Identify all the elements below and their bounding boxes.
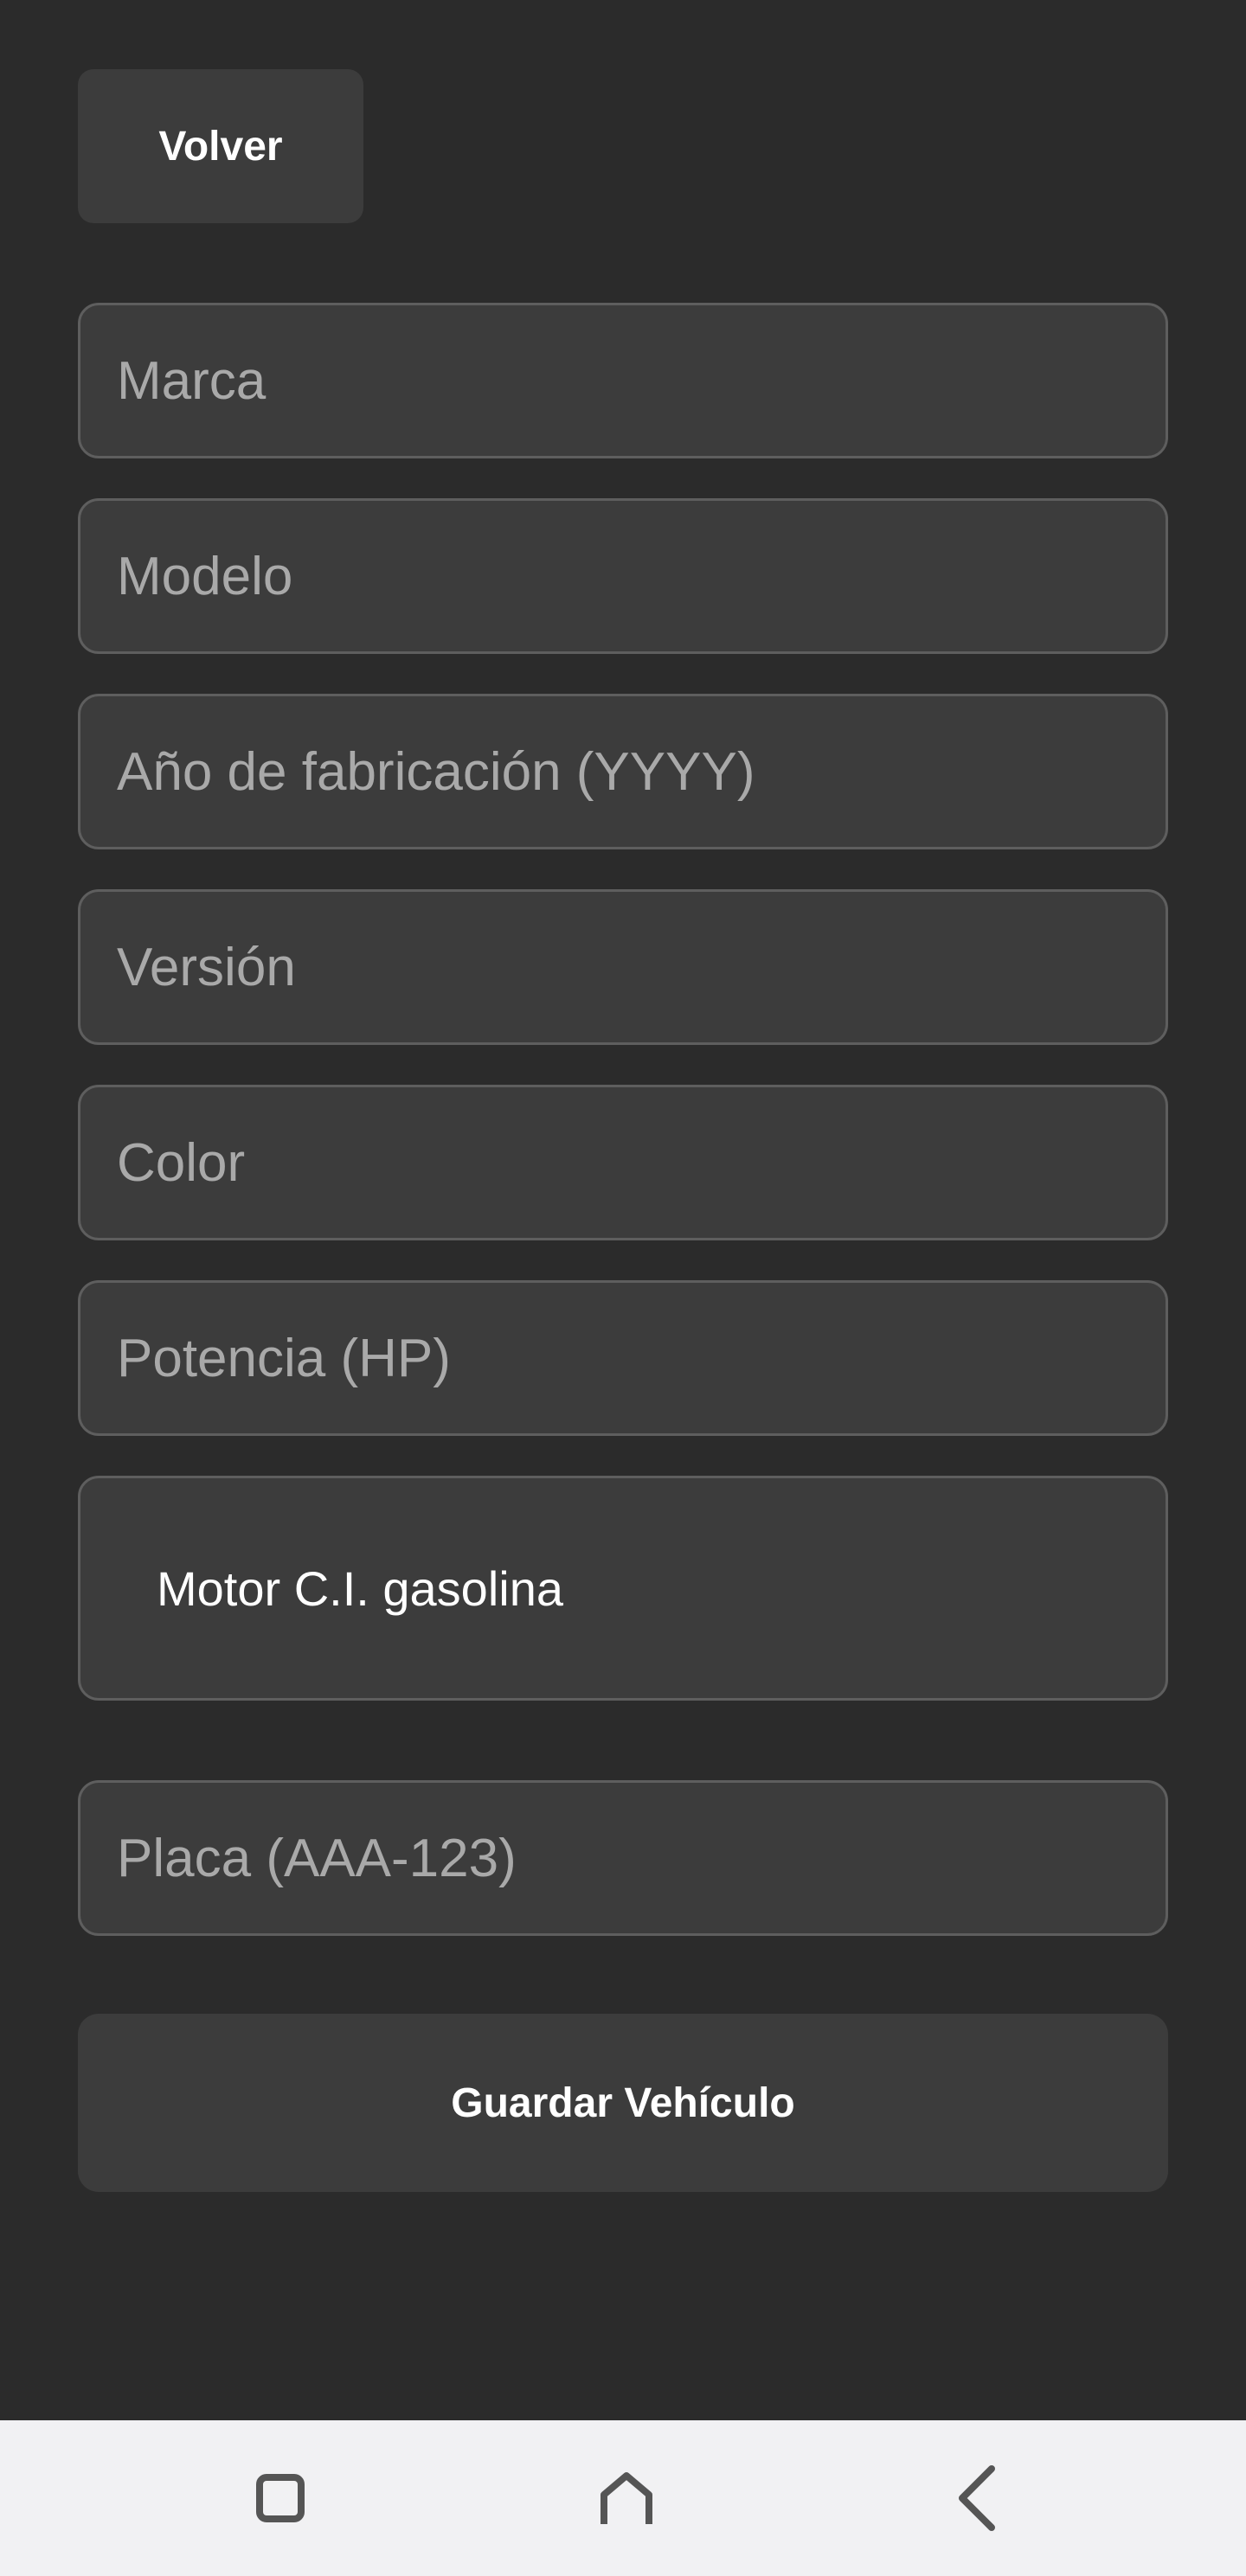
year-input[interactable] bbox=[78, 694, 1168, 849]
home-icon bbox=[601, 2472, 652, 2524]
model-input[interactable] bbox=[78, 498, 1168, 654]
system-navigation-bar bbox=[0, 2420, 1246, 2576]
recent-apps-icon bbox=[256, 2474, 305, 2522]
recent-apps-button[interactable] bbox=[237, 2455, 324, 2541]
plate-input[interactable] bbox=[78, 1780, 1168, 1936]
version-input[interactable] bbox=[78, 889, 1168, 1045]
save-vehicle-button[interactable]: Guardar Vehículo bbox=[78, 2014, 1168, 2192]
home-button[interactable] bbox=[583, 2455, 670, 2541]
engine-type-select[interactable]: Motor C.I. gasolina bbox=[78, 1476, 1168, 1701]
brand-input[interactable] bbox=[78, 303, 1168, 458]
add-vehicle-screen: Volver Motor C.I. gasolina Guardar Vehíc… bbox=[0, 0, 1246, 2420]
back-nav-button[interactable] bbox=[934, 2455, 1021, 2541]
color-input[interactable] bbox=[78, 1085, 1168, 1240]
power-input[interactable] bbox=[78, 1280, 1168, 1436]
back-icon bbox=[959, 2465, 995, 2531]
back-button[interactable]: Volver bbox=[78, 69, 363, 223]
engine-type-selected-value: Motor C.I. gasolina bbox=[157, 1560, 563, 1616]
